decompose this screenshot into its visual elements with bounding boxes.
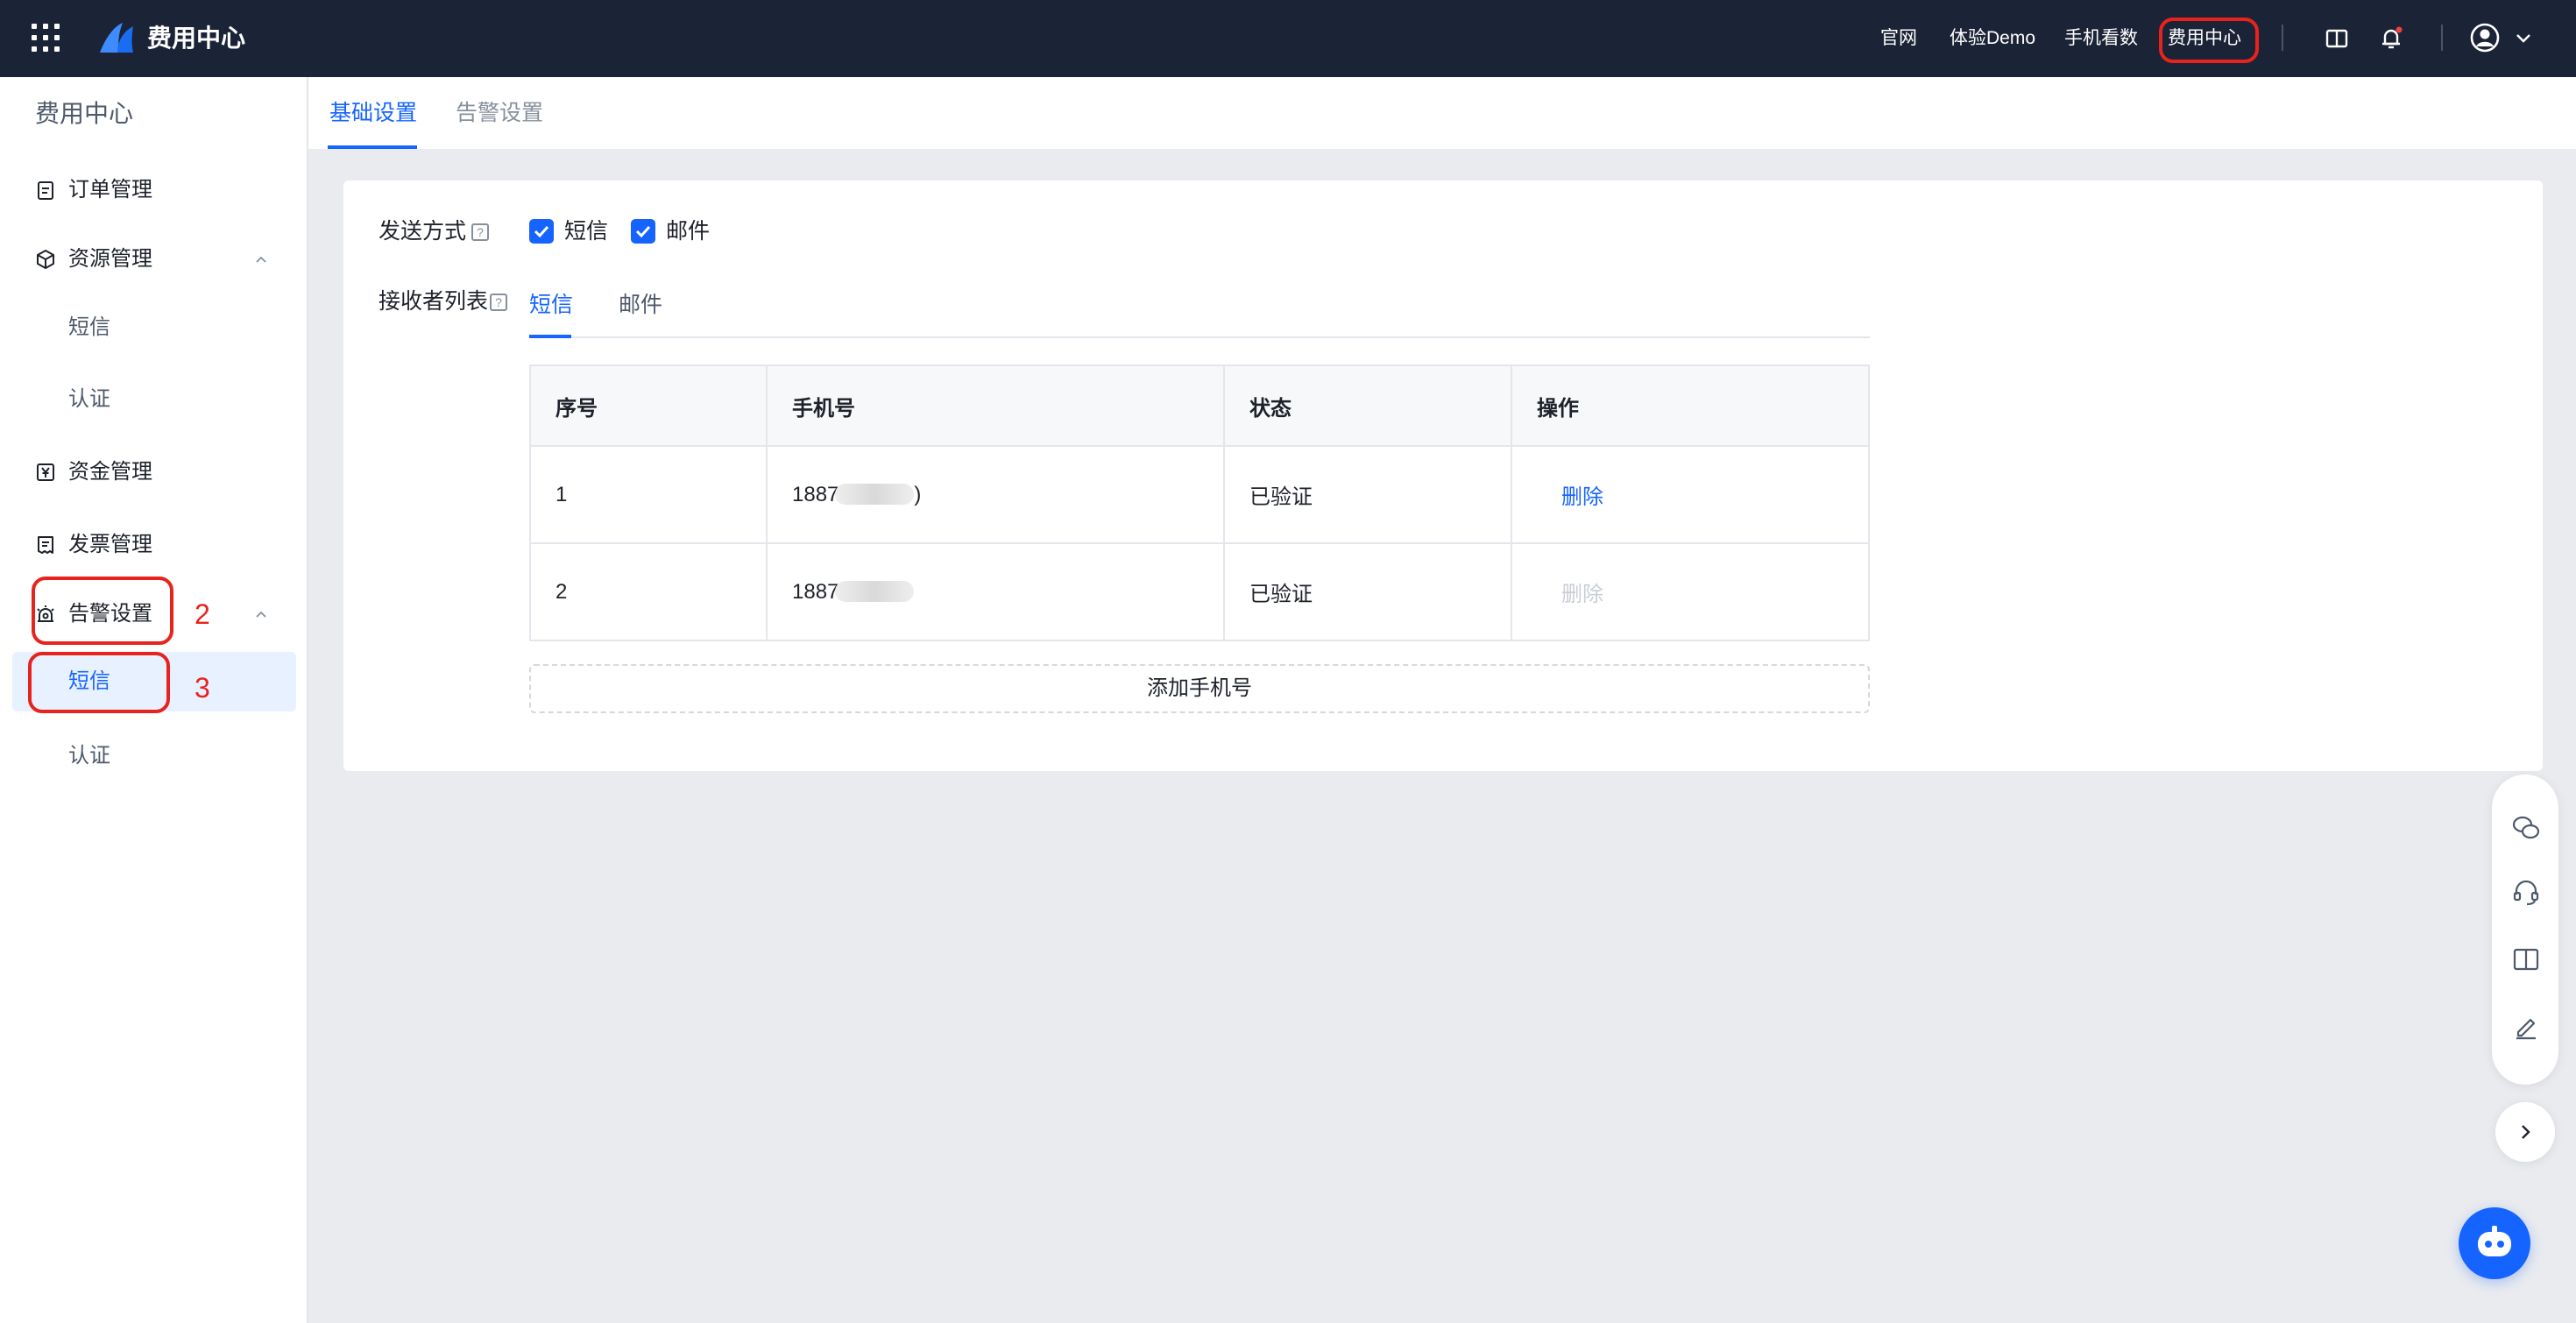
cell-status: 已验证 (1223, 542, 1512, 641)
clipboard-icon (38, 181, 53, 200)
nav-divider (2282, 25, 2283, 51)
sidebar-item-invoices[interactable]: 发票管理 (0, 515, 308, 575)
headset-icon[interactable] (2511, 878, 2541, 908)
sidebar-item-label: 订单管理 (68, 178, 152, 202)
send-method-label: 发送方式? (379, 217, 490, 245)
table-row: 1 1887) 已验证 删除 (529, 445, 1870, 544)
cell-action: 删除 (1511, 542, 1870, 641)
nav-link-demo[interactable]: 体验Demo (1950, 26, 2035, 51)
invoice-icon (38, 536, 53, 554)
sidebar-subitem-resources-sms[interactable]: 短信 (0, 298, 308, 357)
sidebar-item-label: 发票管理 (68, 533, 152, 556)
receiver-tab-sms[interactable]: 短信 (529, 291, 573, 319)
receiver-tab-indicator (529, 335, 571, 338)
nav-link-official-site[interactable]: 官网 (1880, 26, 1917, 51)
cell-index: 2 (529, 542, 768, 641)
chevron-up-icon (256, 611, 266, 618)
email-checkbox[interactable] (631, 219, 655, 244)
receivers-label: 接收者列表? (379, 287, 508, 315)
email-checkbox-label[interactable]: 邮件 (666, 217, 710, 245)
logo-icon (100, 23, 133, 53)
sidebar-item-funds[interactable]: 资金管理 (0, 442, 308, 502)
annotation-number-2: 2 (195, 598, 210, 630)
collapse-toolbar-button[interactable] (2495, 1102, 2555, 1162)
table-header-row: 序号 手机号 状态 操作 (529, 364, 1870, 447)
chevron-down-icon[interactable] (2515, 30, 2532, 47)
docs-icon[interactable] (2324, 25, 2350, 52)
checkmark-icon (635, 225, 651, 238)
chevron-up-icon (256, 256, 266, 263)
edit-icon[interactable] (2511, 1011, 2541, 1041)
sidebar-subitem-label: 认证 (68, 387, 110, 411)
sidebar-subitem-label: 认证 (68, 744, 110, 768)
tab-basic-settings[interactable]: 基础设置 (329, 99, 417, 127)
sidebar-item-resources[interactable]: 资源管理 (0, 230, 308, 289)
delete-button-disabled: 删除 (1561, 583, 1603, 606)
chat-assistant-button[interactable] (2459, 1207, 2530, 1279)
bot-icon (2478, 1226, 2511, 1256)
sidebar-subitem-label: 短信 (68, 315, 110, 339)
highlight-box-billing-center (2159, 18, 2259, 63)
bell-icon[interactable] (2378, 25, 2404, 52)
sidebar-title: 费用中心 (35, 100, 134, 127)
table-row: 2 1887 已验证 删除 (529, 542, 1870, 641)
column-header-index: 序号 (529, 364, 768, 447)
highlight-box-alert-settings (32, 577, 173, 645)
cell-index: 1 (529, 445, 768, 544)
yuan-icon (37, 463, 54, 481)
checkmark-icon (534, 225, 549, 238)
sms-checkbox-label[interactable]: 短信 (564, 217, 608, 245)
sms-checkbox[interactable] (529, 219, 554, 244)
nav-divider (2441, 25, 2443, 51)
delete-button[interactable]: 删除 (1537, 485, 1603, 509)
add-phone-button[interactable]: 添加手机号 (529, 664, 1870, 713)
cell-status: 已验证 (1223, 445, 1512, 544)
wechat-icon[interactable] (2511, 813, 2541, 843)
sidebar-subitem-alerts-auth[interactable]: 认证 (0, 726, 308, 786)
redacted-digits (835, 483, 915, 505)
sidebar-item-orders[interactable]: 订单管理 (0, 160, 308, 220)
help-icon[interactable]: ? (490, 294, 508, 311)
column-header-action: 操作 (1511, 364, 1870, 447)
sidebar-subitem-resources-auth[interactable]: 认证 (0, 370, 308, 429)
tab-alert-settings[interactable]: 告警设置 (456, 99, 543, 127)
apps-grid-icon[interactable] (32, 24, 60, 52)
column-header-status: 状态 (1223, 364, 1512, 447)
brand-title[interactable]: 费用中心 (147, 21, 245, 56)
cell-phone: 1887 (766, 542, 1225, 641)
receiver-tab-email[interactable]: 邮件 (619, 291, 662, 319)
settings-tabs: 基础设置 告警设置 (308, 77, 2576, 149)
help-icon[interactable]: ? (471, 223, 490, 241)
receiver-tabs-divider (529, 336, 1870, 338)
sidebar-item-label: 资金管理 (68, 460, 152, 484)
floating-toolbar (2492, 775, 2558, 1085)
redacted-digits (835, 580, 915, 602)
cell-action: 删除 (1511, 445, 1870, 544)
cell-phone: 1887) (766, 445, 1225, 544)
active-tab-indicator (328, 145, 417, 149)
chevron-right-icon (2522, 1125, 2530, 1139)
book-icon[interactable] (2511, 944, 2541, 974)
column-header-phone: 手机号 (766, 364, 1225, 447)
cube-icon (37, 250, 54, 269)
sidebar-item-label: 资源管理 (68, 247, 152, 271)
highlight-box-alert-sms (28, 652, 170, 713)
user-avatar-icon[interactable] (2469, 22, 2501, 53)
nav-link-mobile-dashboard[interactable]: 手机看数 (2064, 26, 2138, 51)
annotation-number-3: 3 (195, 672, 210, 704)
receivers-table: 序号 手机号 状态 操作 1 1887) 已验证 删除 2 1887 已验证 删… (529, 364, 1870, 641)
